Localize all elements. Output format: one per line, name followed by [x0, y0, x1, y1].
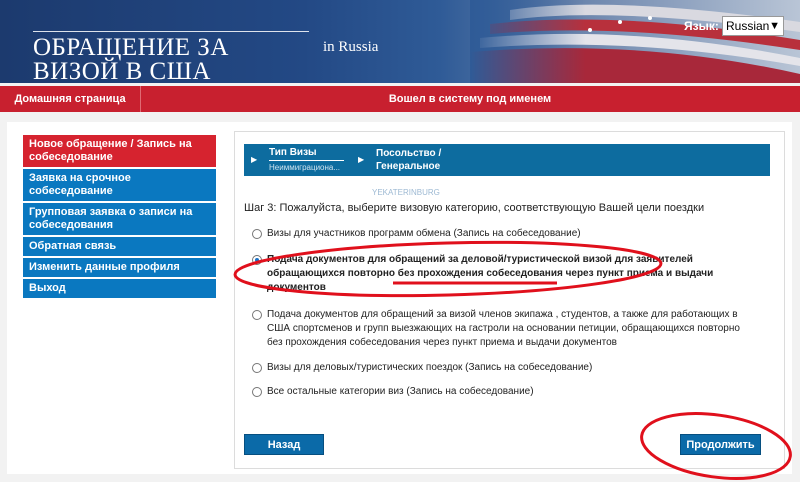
sidebar-item-urgent-interview[interactable]: Заявка на срочное собеседование: [23, 169, 216, 203]
chevron-down-icon: ▼: [769, 20, 780, 32]
step-instruction-text: Пожалуйста, выберите визовую категорию, …: [276, 202, 705, 214]
visa-option-crew-student-dropoff[interactable]: Подача документов для обращений за визой…: [252, 308, 757, 350]
step-visa-type-title: Тип Визы: [269, 147, 317, 158]
radio-button[interactable]: [252, 310, 262, 320]
main-form-area: ▶ Тип Визы Неиммиграциона... ▶ Посольств…: [234, 131, 785, 469]
radio-button[interactable]: [252, 229, 262, 239]
step-embassy-title: Посольство / Генеральное: [376, 148, 442, 172]
radio-button[interactable]: [252, 363, 262, 373]
language-value: Russian: [726, 19, 770, 33]
sidebar-menu: Новое обращение / Запись на собеседовани…: [23, 135, 216, 300]
radio-button-selected[interactable]: [252, 255, 262, 265]
sidebar-item-group-application[interactable]: Групповая заявка о записи на собеседован…: [23, 203, 216, 237]
sidebar-item-edit-profile[interactable]: Изменить данные профиля: [23, 258, 216, 279]
us-flag-image: [470, 0, 800, 83]
option-label: Подача документов для обращений за визой…: [267, 309, 740, 348]
header-banner: ОБРАЩЕНИЕ ЗА ВИЗОЙ В США in Russia Язык:…: [0, 0, 800, 83]
logged-in-text: Вошел в систему под именем: [388, 93, 552, 105]
site-subtitle: in Russia: [323, 39, 379, 55]
location-watermark: YEKATERINBURG: [372, 188, 440, 197]
step-number: Шаг 3:: [244, 202, 277, 214]
step-arrow-icon: ▶: [251, 155, 258, 164]
sidebar-item-feedback[interactable]: Обратная связь: [23, 237, 216, 258]
home-link[interactable]: Домашняя страница: [0, 86, 141, 112]
step-rule: [269, 160, 344, 161]
step-visa-type-value: Неиммиграциона...: [269, 163, 341, 172]
visa-option-business-tourist-dropoff[interactable]: Подача документов для обращений за делов…: [252, 253, 757, 295]
step-arrow-icon: ▶: [358, 155, 365, 164]
language-label: Язык:: [684, 19, 719, 33]
back-button[interactable]: Назад: [244, 434, 324, 455]
step-instruction: Шаг 3: Пожалуйста, выберите визовую кате…: [244, 202, 704, 214]
progress-steps: ▶ Тип Визы Неиммиграциона... ▶ Посольств…: [244, 144, 770, 176]
option-label: Визы для деловых/туристических поездок (…: [267, 362, 593, 373]
option-label: Подача документов для обращений за делов…: [267, 254, 714, 293]
title-rule: [33, 31, 309, 32]
sidebar-item-new-application[interactable]: Новое обращение / Запись на собеседовани…: [23, 135, 216, 169]
radio-button[interactable]: [252, 387, 262, 397]
visa-option-other[interactable]: Все остальные категории виз (Запись на с…: [252, 385, 757, 399]
language-select[interactable]: Russian ▼: [722, 16, 784, 36]
visa-option-exchange[interactable]: Визы для участников программ обмена (Зап…: [252, 227, 757, 241]
option-label: Все остальные категории виз (Запись на с…: [267, 386, 534, 397]
continue-button[interactable]: Продолжить: [680, 434, 761, 455]
option-label: Визы для участников программ обмена (Зап…: [267, 228, 581, 239]
top-navbar: Домашняя страница Вошел в систему под им…: [0, 86, 800, 112]
site-title: ОБРАЩЕНИЕ ЗА ВИЗОЙ В США: [33, 34, 229, 83]
sidebar-item-logout[interactable]: Выход: [23, 279, 216, 300]
visa-option-business-tourist[interactable]: Визы для деловых/туристических поездок (…: [252, 361, 757, 375]
